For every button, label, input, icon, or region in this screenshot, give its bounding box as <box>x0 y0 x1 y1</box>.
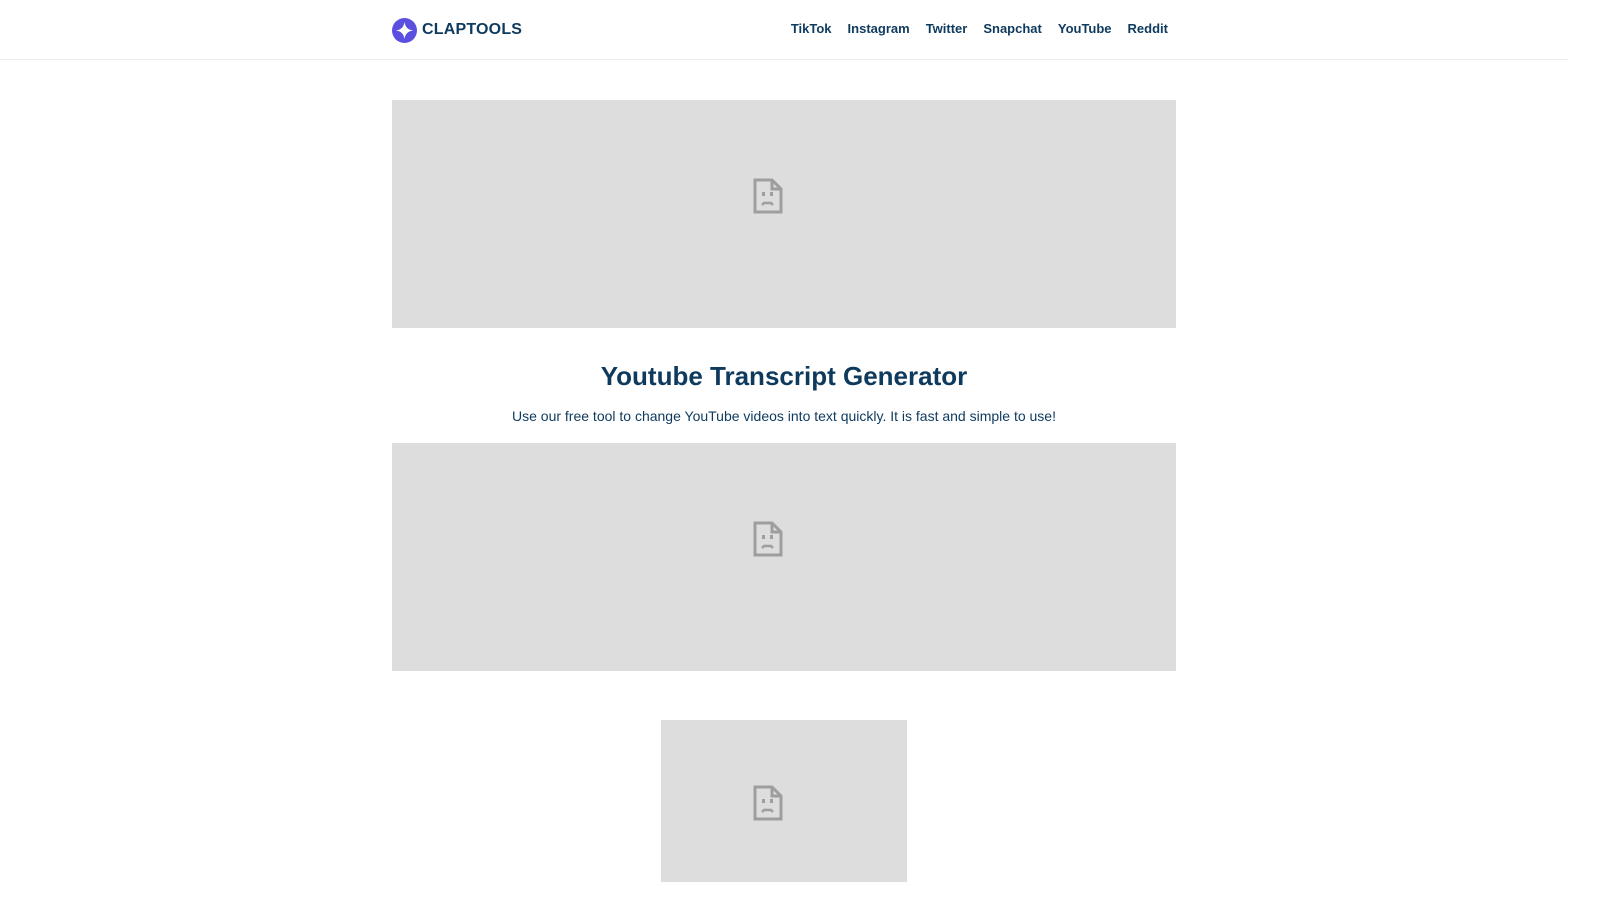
ad-placeholder-bottom <box>661 720 907 882</box>
brand-logo[interactable]: CLAPTOOLS <box>392 17 522 43</box>
nav-link-instagram[interactable]: Instagram <box>848 21 910 36</box>
nav-link-tiktok[interactable]: TikTok <box>791 21 832 36</box>
main-nav: TikTok Instagram Twitter Snapchat YouTub… <box>791 21 1168 36</box>
ad-placeholder-top <box>392 100 1176 328</box>
ad-placeholder-middle <box>392 443 1176 671</box>
nav-link-reddit[interactable]: Reddit <box>1128 21 1168 36</box>
brand-name: CLAPTOOLS <box>422 21 523 38</box>
page-title: Youtube Transcript Generator <box>600 361 968 391</box>
nav-link-twitter[interactable]: Twitter <box>926 21 968 36</box>
nav-link-youtube[interactable]: YouTube <box>1058 21 1112 36</box>
broken-image-icon <box>753 785 783 821</box>
site-header: CLAPTOOLS TikTok Instagram Twitter Snapc… <box>0 0 1568 60</box>
broken-image-icon <box>753 178 783 214</box>
sparkle-star-icon <box>392 17 417 43</box>
nav-link-snapchat[interactable]: Snapchat <box>983 21 1042 36</box>
broken-image-icon <box>753 521 783 557</box>
page-subtitle: Use our free tool to change YouTube vide… <box>512 408 1056 424</box>
